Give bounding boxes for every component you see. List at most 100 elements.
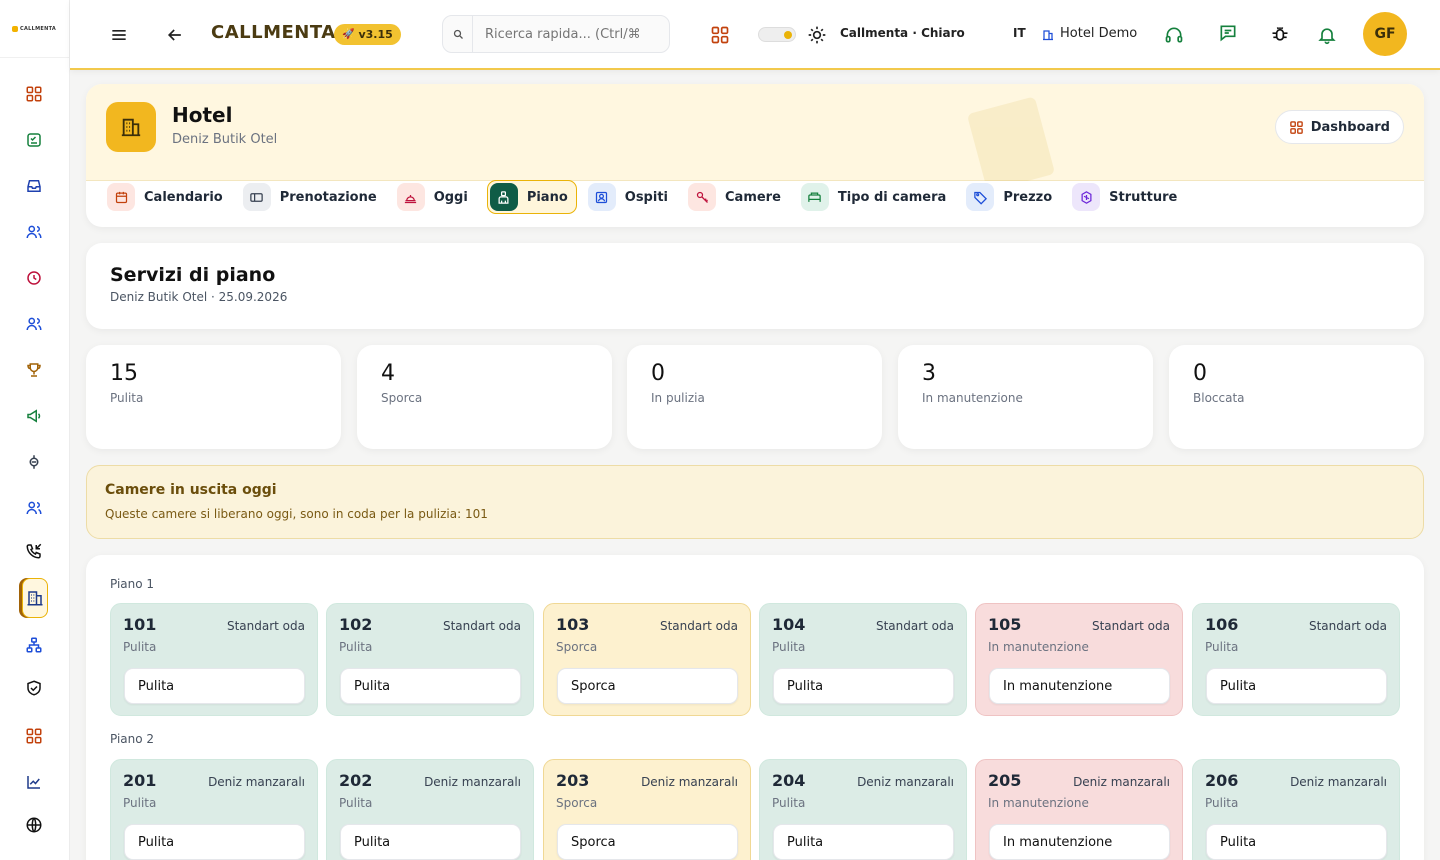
search-input[interactable] <box>473 26 663 42</box>
headset-icon <box>1165 27 1183 43</box>
room-card[interactable]: 103 Standart oda Sporca Sporca <box>543 603 751 716</box>
room-type: Standart oda <box>659 619 738 633</box>
checkout-alert: Camere in uscita oggi Queste camere si l… <box>86 465 1424 539</box>
tab-label: Piano <box>526 189 568 205</box>
room-status: Pulita <box>1205 640 1239 654</box>
version-badge: 🚀 v3.15 <box>334 24 401 45</box>
stat-label: In pulizia <box>651 391 705 405</box>
room-status-select[interactable]: Pulita <box>124 824 305 860</box>
logo-text: CALLMENTA <box>20 25 57 32</box>
room-status: In manutenzione <box>988 796 1089 810</box>
apps-button[interactable] <box>706 21 734 49</box>
hotel-selector[interactable]: Hotel Demo <box>1042 26 1137 41</box>
sidebar-item-language[interactable] <box>20 811 48 839</box>
room-status-select[interactable]: Sporca <box>557 668 738 704</box>
messages-button[interactable] <box>1214 19 1242 47</box>
tab-tipo-di-camera[interactable]: Tipo di camera <box>800 180 955 214</box>
sidebar-item-reports[interactable] <box>20 768 48 796</box>
sidebar-item-hotel[interactable] <box>22 578 48 618</box>
room-status: Pulita <box>339 796 373 810</box>
room-card[interactable]: 101 Standart oda Pulita Pulita <box>110 603 318 716</box>
room-type: Standart oda <box>226 619 305 633</box>
room-status-select[interactable]: Pulita <box>1206 668 1387 704</box>
user-avatar[interactable]: GF <box>1363 12 1407 56</box>
sidebar-item-integrations[interactable] <box>20 448 48 476</box>
language-selector[interactable]: IT <box>1013 26 1026 40</box>
call-in-icon <box>26 543 42 559</box>
room-status-select[interactable]: Pulita <box>340 824 521 860</box>
notifications-button[interactable] <box>1313 21 1341 49</box>
hotel-header-card: Hotel Deniz Butik Otel Dashboard Calenda… <box>86 84 1424 227</box>
shield-icon <box>27 680 41 696</box>
brand-name[interactable]: CALLMENTA <box>211 22 336 43</box>
cleaning-icon <box>489 183 518 211</box>
tab-piano[interactable]: Piano <box>486 180 577 214</box>
room-status-select[interactable]: Pulita <box>124 668 305 704</box>
room-number: 201 <box>123 771 157 790</box>
module-subtitle: Deniz Butik Otel <box>172 132 278 147</box>
building-icon <box>1072 183 1101 211</box>
tab-prezzo[interactable]: Prezzo <box>965 180 1061 214</box>
sidebar-logo[interactable]: CALLMENTA <box>0 0 69 58</box>
tab-oggi[interactable]: Oggi <box>396 180 477 214</box>
room-number: 206 <box>1205 771 1239 790</box>
quick-search[interactable] <box>442 15 670 53</box>
room-number: 204 <box>772 771 806 790</box>
tab-calendario[interactable]: Calendario <box>106 180 232 214</box>
back-button[interactable] <box>161 21 189 49</box>
theme-label[interactable]: Callmenta · Chiaro <box>840 26 965 40</box>
sidebar-item-contacts[interactable] <box>20 494 48 522</box>
tab-ospiti[interactable]: Ospiti <box>587 180 677 214</box>
sidebar-item-team[interactable] <box>20 310 48 338</box>
sidebar-item-dashboard[interactable] <box>20 80 48 108</box>
room-status-select[interactable]: Pulita <box>773 824 954 860</box>
tab-prenotazione[interactable]: Prenotazione <box>242 180 386 214</box>
sidebar-item-tasks[interactable] <box>20 126 48 154</box>
sidebar-item-history[interactable] <box>20 264 48 292</box>
sidebar-item-calls[interactable] <box>20 537 48 565</box>
room-card[interactable]: 206 Deniz manzaralı Pulita Pulita <box>1192 759 1400 860</box>
room-card[interactable]: 203 Deniz manzaralı Sporca Sporca <box>543 759 751 860</box>
sidebar-item-rewards[interactable] <box>20 356 48 384</box>
room-status-select[interactable]: In manutenzione <box>989 668 1170 704</box>
sidebar-item-users[interactable] <box>20 218 48 246</box>
hotel-name: Hotel Demo <box>1060 26 1138 41</box>
room-card[interactable]: 104 Standart oda Pulita Pulita <box>759 603 967 716</box>
menu-button[interactable] <box>105 21 133 49</box>
integration-icon <box>29 455 39 469</box>
hamburger-icon <box>112 30 126 40</box>
room-card[interactable]: 205 Deniz manzaralı In manutenzione In m… <box>975 759 1183 860</box>
room-card[interactable]: 106 Standart oda Pulita Pulita <box>1192 603 1400 716</box>
room-status-select[interactable]: Pulita <box>773 668 954 704</box>
theme-toggle[interactable] <box>758 27 796 42</box>
support-button[interactable] <box>1160 21 1188 49</box>
chat-icon <box>1220 25 1236 42</box>
bug-report-button[interactable] <box>1266 20 1294 48</box>
sidebar-item-apps[interactable] <box>20 722 48 750</box>
hotel-header: Hotel Deniz Butik Otel Dashboard <box>86 84 1424 181</box>
sidebar-item-security[interactable] <box>20 674 48 702</box>
room-card[interactable]: 204 Deniz manzaralı Pulita Pulita <box>759 759 967 860</box>
megaphone-icon <box>27 409 41 423</box>
room-status-select[interactable]: In manutenzione <box>989 824 1170 860</box>
room-status-select[interactable]: Pulita <box>1206 824 1387 860</box>
room-card[interactable]: 102 Standart oda Pulita Pulita <box>326 603 534 716</box>
room-type: Standart oda <box>875 619 954 633</box>
room-status-select[interactable]: Sporca <box>557 824 738 860</box>
room-card[interactable]: 202 Deniz manzaralı Pulita Pulita <box>326 759 534 860</box>
module-tabs: Calendario Prenotazione Oggi Piano Ospit… <box>106 180 1186 216</box>
sidebar-item-inbox[interactable] <box>20 172 48 200</box>
tab-strutture[interactable]: Strutture <box>1071 180 1186 214</box>
calendar-icon <box>107 183 135 211</box>
room-card[interactable]: 105 Standart oda In manutenzione In manu… <box>975 603 1183 716</box>
room-status: Sporca <box>556 796 598 810</box>
sidebar-item-campaigns[interactable] <box>20 402 48 430</box>
room-status-select[interactable]: Pulita <box>340 668 521 704</box>
stat-card-blocked: 0 Bloccata <box>1169 345 1424 449</box>
grid-icon <box>711 26 729 44</box>
stat-label: In manutenzione <box>922 391 1023 405</box>
dashboard-button[interactable]: Dashboard <box>1274 110 1404 144</box>
room-card[interactable]: 201 Deniz manzaralı Pulita Pulita <box>110 759 318 860</box>
sidebar-item-organization[interactable] <box>20 631 48 659</box>
tab-camere[interactable]: Camere <box>687 180 790 214</box>
